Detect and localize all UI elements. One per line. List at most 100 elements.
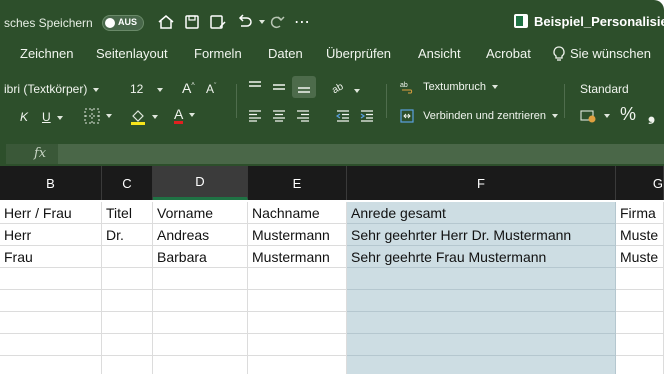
cell-f3[interactable]: Sehr geehrte Frau Mustermann (347, 246, 616, 268)
italic-button[interactable]: K (20, 110, 28, 124)
cell-f5[interactable] (347, 290, 616, 312)
cell-e3[interactable]: Mustermann (248, 246, 347, 268)
cell-g6[interactable] (616, 312, 664, 334)
cell-f8[interactable] (347, 356, 616, 374)
increase-indent-icon[interactable] (360, 110, 374, 125)
column-header-b[interactable]: B (0, 166, 102, 200)
column-header-e[interactable]: E (248, 166, 347, 200)
cell-b6[interactable] (0, 312, 102, 334)
cell-b3[interactable]: Frau (0, 246, 102, 268)
percent-style-button[interactable]: % (620, 104, 636, 125)
text-orientation-icon[interactable]: ab (330, 80, 360, 97)
cell-e2[interactable]: Mustermann (248, 224, 347, 246)
home-icon[interactable] (156, 12, 176, 32)
cell-c5[interactable] (102, 290, 153, 312)
column-header-c[interactable]: C (102, 166, 153, 200)
tab-acrobat[interactable]: Acrobat (486, 46, 531, 61)
save-as-icon[interactable] (208, 12, 228, 32)
cell-e6[interactable] (248, 312, 347, 334)
cell-e4[interactable] (248, 268, 347, 290)
cell-c8[interactable] (102, 356, 153, 374)
cell-f4[interactable] (347, 268, 616, 290)
cell-e5[interactable] (248, 290, 347, 312)
increase-font-icon[interactable]: A^ (182, 80, 195, 96)
borders-button[interactable] (84, 108, 112, 124)
cell-e1[interactable]: Nachname (248, 202, 347, 224)
tab-daten[interactable]: Daten (268, 46, 303, 61)
wrap-text-button[interactable]: ab Textumbruch (400, 80, 499, 94)
underline-button[interactable]: U (42, 110, 63, 124)
align-left-icon[interactable] (248, 110, 262, 125)
cell-b2[interactable]: Herr (0, 224, 102, 246)
cell-d8[interactable] (153, 356, 248, 374)
tab-ueberpruefen[interactable]: Überprüfen (326, 46, 391, 61)
cell-b1[interactable]: Herr / Frau (0, 202, 102, 224)
cell-c1[interactable]: Titel (102, 202, 153, 224)
tab-zeichnen[interactable]: Zeichnen (20, 46, 73, 61)
cell-g7[interactable] (616, 334, 664, 356)
cell-e8[interactable] (248, 356, 347, 374)
cell-c2[interactable]: Dr. (102, 224, 153, 246)
font-color-button[interactable]: A (174, 106, 196, 124)
cell-g8[interactable] (616, 356, 664, 374)
align-middle-icon[interactable] (272, 80, 286, 97)
window-edge (664, 0, 672, 374)
fill-color-button[interactable] (130, 108, 158, 126)
decrease-font-icon[interactable]: Aˇ (206, 82, 216, 96)
cell-b5[interactable] (0, 290, 102, 312)
cell-b8[interactable] (0, 356, 102, 374)
svg-text:ab: ab (400, 82, 408, 89)
tab-sie-wuenschen[interactable]: Sie wünschen (570, 46, 651, 61)
cell-g5[interactable] (616, 290, 664, 312)
font-size-dropdown[interactable]: 12 (130, 82, 164, 96)
font-name-dropdown[interactable]: ibri (Textkörper) (4, 82, 100, 96)
cell-b7[interactable] (0, 334, 102, 356)
formula-input[interactable] (58, 144, 664, 164)
cell-d1[interactable]: Vorname (153, 202, 248, 224)
cell-d5[interactable] (153, 290, 248, 312)
number-format-dropdown[interactable]: Standard (580, 82, 629, 96)
cell-b4[interactable] (0, 268, 102, 290)
save-icon[interactable] (182, 12, 202, 32)
more-icon[interactable]: ⋯ (292, 12, 312, 32)
cell-d3[interactable]: Barbara (153, 246, 248, 268)
cell-d2[interactable]: Andreas (153, 224, 248, 246)
cell-e7[interactable] (248, 334, 347, 356)
cell-f2[interactable]: Sehr geehrter Herr Dr. Mustermann (347, 224, 616, 246)
comma-style-icon[interactable]: ❟ (648, 104, 655, 125)
column-header-g[interactable]: G (616, 166, 664, 200)
cell-f7[interactable] (347, 334, 616, 356)
decrease-indent-icon[interactable] (335, 110, 350, 125)
cell-d6[interactable] (153, 312, 248, 334)
cell-d7[interactable] (153, 334, 248, 356)
align-center-icon[interactable] (272, 110, 286, 125)
tab-ansicht[interactable]: Ansicht (418, 46, 461, 61)
align-top-icon[interactable] (248, 80, 262, 97)
cell-c7[interactable] (102, 334, 153, 356)
cell-f1[interactable]: Anrede gesamt (347, 202, 616, 224)
cell-c3[interactable] (102, 246, 153, 268)
cell-g2[interactable]: Muste (616, 224, 664, 246)
merge-center-button[interactable]: Verbinden und zentrieren (400, 109, 558, 123)
align-bottom-button[interactable] (292, 76, 316, 98)
function-icon[interactable]: fx (34, 146, 46, 161)
cell-g3[interactable]: Muste (616, 246, 664, 268)
cell-c6[interactable] (102, 312, 153, 334)
currency-format-button[interactable] (580, 108, 610, 123)
cell-g4[interactable] (616, 268, 664, 290)
cell-g1[interactable]: Firma (616, 202, 664, 224)
chevron-down-icon (106, 114, 112, 118)
tab-formeln[interactable]: Formeln (194, 46, 242, 61)
align-right-icon[interactable] (296, 110, 310, 125)
cell-d4[interactable] (153, 268, 248, 290)
cell-c4[interactable] (102, 268, 153, 290)
column-header-d[interactable]: D (153, 166, 248, 200)
redo-icon[interactable] (266, 12, 286, 32)
lightbulb-icon[interactable] (552, 46, 566, 67)
undo-icon[interactable] (234, 12, 254, 32)
cell-f6[interactable] (347, 312, 616, 334)
autosave-toggle[interactable]: AUS (102, 15, 144, 31)
tab-seitenlayout[interactable]: Seitenlayout (96, 46, 168, 61)
chevron-down-icon (152, 115, 158, 119)
column-header-f[interactable]: F (347, 166, 616, 200)
